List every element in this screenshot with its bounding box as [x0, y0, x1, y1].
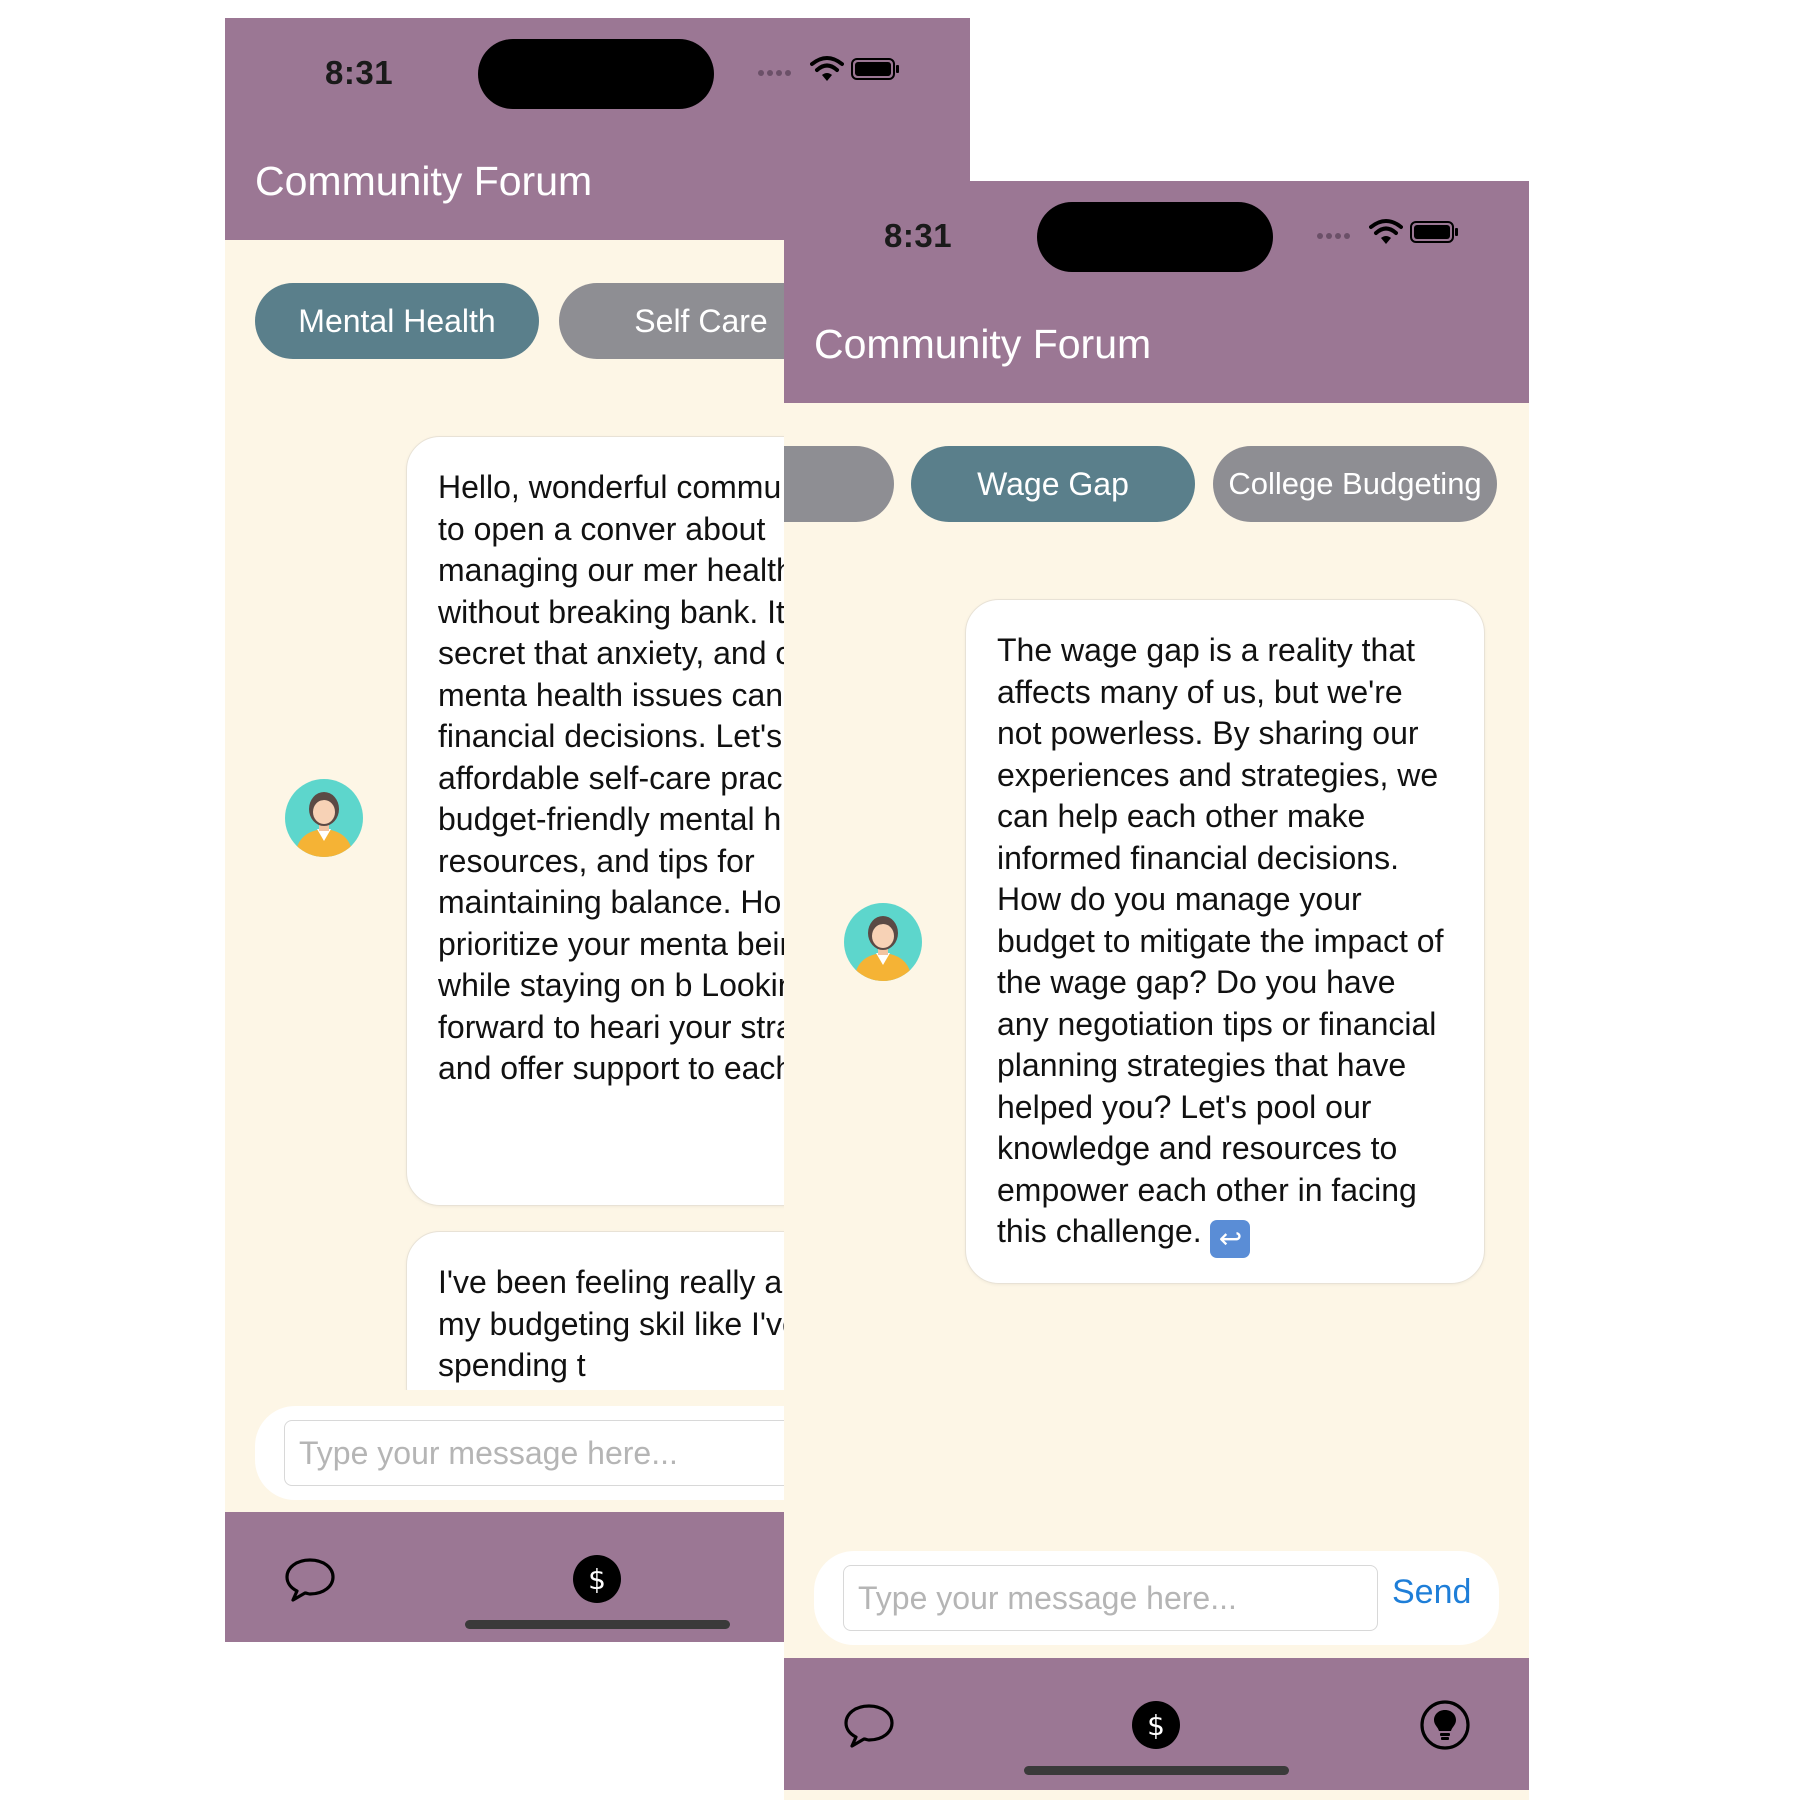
- dollar-circle-icon[interactable]: $: [1129, 1698, 1183, 1752]
- svg-text:$: $: [1147, 1709, 1165, 1742]
- battery-icon: [1410, 221, 1458, 243]
- svg-text:$: $: [588, 1563, 606, 1596]
- message-bubble: The wage gap is a reality that affects m…: [965, 599, 1485, 1284]
- wifi-icon: [1369, 219, 1403, 244]
- signal-icon: [1317, 233, 1357, 243]
- user-avatar: [844, 903, 922, 981]
- wifi-icon: [810, 56, 844, 81]
- chat-bubble-icon[interactable]: [842, 1698, 896, 1752]
- topic-chips: Wage Gap College Budgeting: [784, 446, 1529, 522]
- chip-mental-health[interactable]: Mental Health: [255, 283, 539, 359]
- status-icons: [1317, 217, 1458, 257]
- dynamic-island: [1037, 202, 1273, 272]
- send-button[interactable]: Send: [1392, 1573, 1471, 1612]
- chip-partial[interactable]: [784, 446, 894, 522]
- dynamic-island: [478, 39, 714, 109]
- chip-wage-gap[interactable]: Wage Gap: [911, 446, 1195, 522]
- status-time: 8:31: [884, 217, 953, 254]
- signal-icon: [758, 70, 798, 80]
- status-icons: [758, 54, 899, 94]
- page-title: Community Forum: [814, 321, 1152, 367]
- header: 8:31 Community Forum: [784, 181, 1529, 403]
- message-composer: Send: [814, 1551, 1499, 1645]
- page-title: Community Forum: [255, 158, 593, 204]
- lightbulb-circle-icon[interactable]: [1418, 1698, 1472, 1752]
- message-input[interactable]: [843, 1565, 1378, 1631]
- tab-bar: $: [784, 1658, 1529, 1790]
- home-indicator: [465, 1620, 730, 1629]
- home-indicator: [1024, 1766, 1289, 1775]
- status-time: 8:31: [325, 54, 394, 91]
- chip-college-budgeting[interactable]: College Budgeting: [1213, 446, 1497, 522]
- message-text: The wage gap is a reality that affects m…: [997, 632, 1444, 1249]
- return-arrow-icon: ↩: [1210, 1220, 1251, 1258]
- chat-bubble-icon[interactable]: [283, 1552, 337, 1606]
- dollar-circle-icon[interactable]: $: [570, 1552, 624, 1606]
- forum-screen-wage-gap: 8:31 Community Forum Wage Gap College Bu…: [784, 181, 1529, 1800]
- battery-icon: [851, 58, 899, 80]
- user-avatar: [285, 779, 363, 857]
